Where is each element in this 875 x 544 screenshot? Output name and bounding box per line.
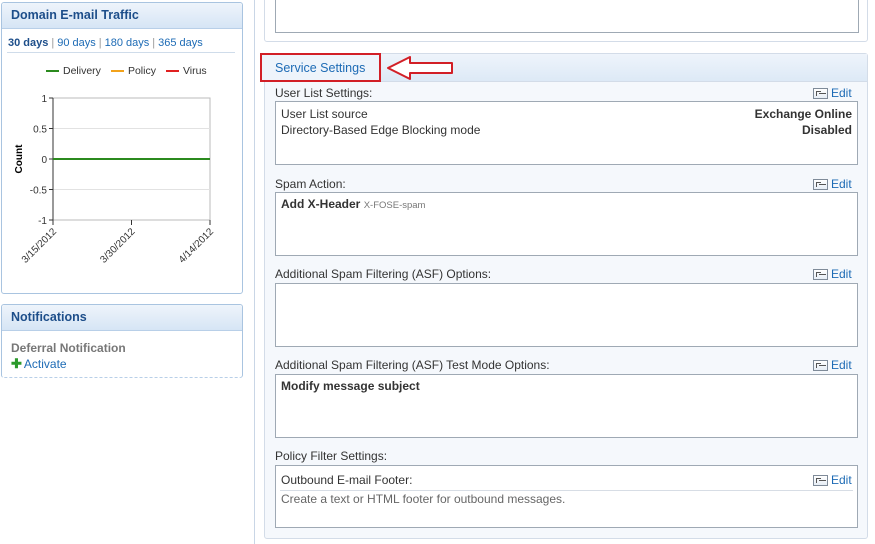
edit-label: Edit	[831, 86, 852, 100]
highlight-arrow-icon	[387, 56, 453, 80]
legend-label-policy: Policy	[127, 65, 156, 77]
outbound-footer-hint: Create a text or HTML footer for outboun…	[281, 492, 566, 506]
edit-label: Edit	[831, 267, 852, 281]
y-tick-label: -0.5	[30, 186, 48, 197]
legend-label-delivery: Delivery	[63, 65, 101, 77]
x-tick-label: 3/15/2012	[20, 226, 60, 266]
service-settings-title[interactable]: Service Settings	[260, 53, 381, 82]
spam-action-label: Spam Action:	[275, 177, 346, 191]
range-divider	[7, 52, 235, 53]
column-divider	[254, 0, 255, 544]
previous-settings-box	[275, 0, 859, 33]
range-180-days[interactable]: 180 days	[105, 37, 150, 49]
edit-icon	[813, 359, 828, 371]
policy-filter-settings-label: Policy Filter Settings:	[275, 449, 388, 463]
range-separator: |	[98, 37, 102, 49]
asf-test-mode-label: Additional Spam Filtering (ASF) Test Mod…	[275, 358, 550, 372]
user-list-source-label: User List source	[281, 107, 368, 121]
y-tick-label: 0	[41, 155, 47, 166]
edit-icon	[813, 474, 828, 486]
previous-settings-panel	[264, 0, 868, 42]
range-tabs: 30 days | 90 days | 180 days | 365 days	[8, 37, 203, 49]
x-tick-label: 4/14/2012	[177, 226, 217, 266]
edit-outbound-footer-button[interactable]: Edit	[813, 473, 852, 487]
activate-label: Activate	[23, 357, 67, 371]
edit-label: Edit	[831, 177, 852, 191]
legend-swatch-policy	[110, 70, 124, 72]
x-tick-label: 3/30/2012	[98, 226, 138, 266]
edit-icon	[813, 87, 828, 99]
domain-traffic-title: Domain E-mail Traffic	[2, 3, 242, 29]
spam-action-header-name: X-FOSE-spam	[363, 200, 426, 211]
user-list-source-value: Exchange Online	[754, 107, 852, 121]
edit-icon	[813, 268, 828, 280]
plus-icon: ✚	[11, 356, 22, 371]
deferral-notification-title: Deferral Notification	[11, 341, 126, 355]
range-separator: |	[152, 37, 156, 49]
edit-label: Edit	[831, 473, 852, 487]
chart-legend: Delivery Policy Virus	[46, 65, 207, 77]
range-90-days[interactable]: 90 days	[57, 37, 96, 49]
user-list-settings-box: User List source Exchange Online Directo…	[275, 101, 858, 165]
asf-test-mode-box: Modify message subject	[275, 374, 858, 438]
dbeb-mode-value: Disabled	[801, 123, 852, 137]
dbeb-mode-label: Directory-Based Edge Blocking mode	[281, 123, 481, 137]
user-list-settings-label: User List Settings:	[275, 86, 373, 100]
notification-item: Deferral Notification ✚ Activate	[11, 341, 126, 371]
policy-filter-box: Outbound E-mail Footer: Create a text or…	[275, 465, 858, 528]
range-separator: |	[51, 37, 55, 49]
legend-item-virus: Virus	[165, 65, 207, 77]
edit-user-list-button[interactable]: Edit	[813, 86, 852, 100]
spam-action-value-row: Add X-Header X-FOSE-spam	[281, 197, 425, 211]
legend-item-policy: Policy	[110, 65, 156, 77]
notifications-panel: Notifications Deferral Notification ✚ Ac…	[1, 304, 243, 378]
range-30-days[interactable]: 30 days	[8, 37, 48, 49]
edit-icon	[813, 178, 828, 190]
asf-options-label: Additional Spam Filtering (ASF) Options:	[275, 267, 492, 281]
footer-divider	[280, 490, 853, 491]
legend-label-virus: Virus	[182, 65, 207, 77]
y-tick-label: 1	[41, 94, 47, 105]
asf-test-mode-value: Modify message subject	[281, 379, 420, 393]
range-365-days[interactable]: 365 days	[158, 37, 203, 49]
y-tick-label: -1	[38, 216, 47, 227]
spam-action-value: Add X-Header	[281, 197, 361, 211]
edit-label: Edit	[831, 358, 852, 372]
spam-action-box: Add X-Header X-FOSE-spam	[275, 192, 858, 256]
asf-options-box	[275, 283, 858, 347]
edit-asf-test-mode-button[interactable]: Edit	[813, 358, 852, 372]
traffic-chart: 1 0.5 0 -0.5 -13/15/2012 3/30/2012 4/14/2012 Co…	[14, 94, 217, 266]
y-axis-label: Count	[14, 144, 25, 174]
y-tick-label: 0.5	[33, 125, 47, 136]
legend-swatch-virus	[165, 70, 179, 72]
legend-item-delivery: Delivery	[46, 65, 101, 77]
legend-swatch-delivery	[46, 70, 59, 72]
edit-asf-options-button[interactable]: Edit	[813, 267, 852, 281]
edit-spam-action-button[interactable]: Edit	[813, 177, 852, 191]
activate-link[interactable]: ✚ Activate	[11, 357, 126, 371]
outbound-footer-label: Outbound E-mail Footer:	[281, 473, 413, 487]
notifications-title: Notifications	[2, 305, 242, 331]
